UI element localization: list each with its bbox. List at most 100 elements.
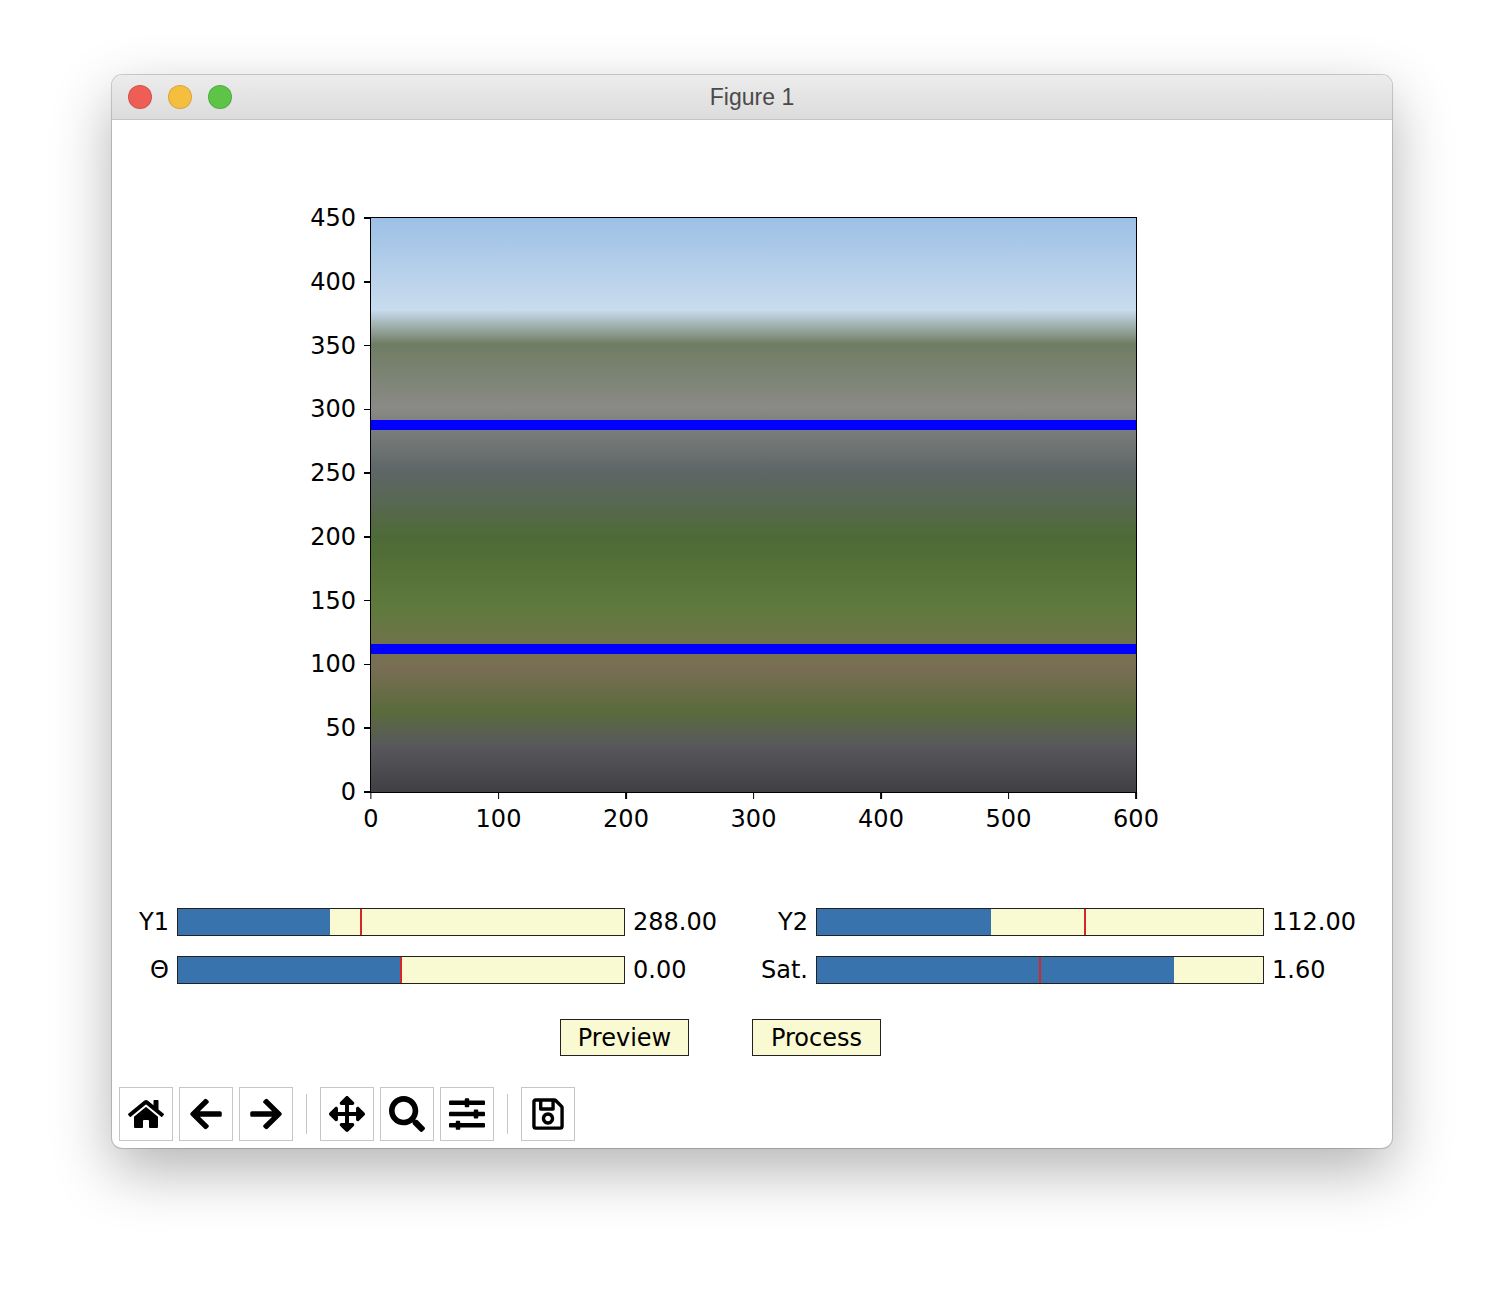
toolbar-separator — [507, 1094, 508, 1134]
slider-track[interactable] — [177, 908, 625, 936]
y-tick-label: 400 — [310, 270, 356, 294]
slider-initial-marker — [400, 957, 402, 983]
save-floppy-icon — [530, 1096, 566, 1132]
slider-value: 112.00 — [1272, 908, 1392, 936]
slider-label: Θ — [114, 956, 169, 984]
toolbar-button[interactable] — [179, 1087, 233, 1141]
toolbar-button[interactable] — [521, 1087, 575, 1141]
y-tick: 100 — [310, 652, 371, 676]
y-tick-label: 50 — [325, 716, 356, 740]
home-icon — [128, 1096, 164, 1132]
forward-arrow-icon — [248, 1096, 284, 1132]
x-tick-mark — [1135, 792, 1137, 799]
button-row: Preview Process — [112, 1019, 1392, 1056]
x-tick-mark — [498, 792, 500, 799]
back-arrow-icon — [188, 1096, 224, 1132]
slider-initial-marker — [360, 909, 362, 935]
y-tick-mark — [364, 600, 371, 602]
window-controls — [112, 85, 710, 109]
y-tick-mark — [364, 472, 371, 474]
figure-canvas: 4504003503002502001501005000100200300400… — [112, 120, 1392, 1148]
y-tick-label: 250 — [310, 461, 356, 485]
toolbar-separator — [306, 1094, 307, 1134]
x-tick: 200 — [603, 792, 649, 831]
slider-label: Y2 — [753, 908, 808, 936]
x-tick: 600 — [1113, 792, 1159, 831]
slider-fill — [178, 957, 401, 983]
slider-track[interactable] — [177, 956, 625, 984]
plot-axes: 4504003503002502001501005000100200300400… — [370, 217, 1137, 793]
x-tick: 500 — [986, 792, 1032, 831]
x-tick-mark — [625, 792, 627, 799]
x-tick: 400 — [858, 792, 904, 831]
y-tick: 450 — [310, 206, 371, 230]
x-tick: 0 — [363, 792, 378, 831]
slider-fill — [178, 909, 330, 935]
y-tick-label: 450 — [310, 206, 356, 230]
zoom-button[interactable] — [208, 85, 232, 109]
horizontal-line — [371, 420, 1136, 430]
navigation-toolbar — [112, 1087, 1392, 1141]
y-tick: 200 — [310, 525, 371, 549]
y-tick-label: 350 — [310, 334, 356, 358]
slider-value: 0.00 — [633, 956, 745, 984]
minimize-button[interactable] — [168, 85, 192, 109]
x-tick-label: 0 — [363, 807, 378, 831]
x-tick-label: 600 — [1113, 807, 1159, 831]
slider-label: Sat. — [753, 956, 808, 984]
figure-window: Figure 145040035030025020015010050001002… — [112, 75, 1392, 1148]
y-tick-mark — [364, 727, 371, 729]
subplots-sliders-icon — [449, 1096, 485, 1132]
zoom-magnifier-icon — [389, 1096, 425, 1132]
y-tick-label: 0 — [341, 780, 356, 804]
toolbar-button[interactable] — [440, 1087, 494, 1141]
x-tick-mark — [370, 792, 372, 799]
slider-initial-marker — [1039, 957, 1041, 983]
slider-value: 1.60 — [1272, 956, 1392, 984]
action-button[interactable]: Process — [752, 1019, 881, 1056]
pan-arrows-icon — [329, 1096, 365, 1132]
desktop: Figure 145040035030025020015010050001002… — [0, 0, 1504, 1296]
slider-track[interactable] — [816, 908, 1264, 936]
slider-label: Y1 — [114, 908, 169, 936]
x-tick-label: 200 — [603, 807, 649, 831]
y-tick-label: 100 — [310, 652, 356, 676]
title-bar: Figure 1 — [112, 75, 1392, 120]
y-tick: 0 — [341, 780, 371, 804]
y-tick: 300 — [310, 397, 371, 421]
y-tick: 150 — [310, 589, 371, 613]
y-tick-mark — [364, 217, 371, 219]
y-tick: 350 — [310, 334, 371, 358]
toolbar-button[interactable] — [380, 1087, 434, 1141]
y-tick-mark — [364, 345, 371, 347]
slider-fill — [817, 957, 1174, 983]
toolbar-button[interactable] — [119, 1087, 173, 1141]
x-tick-mark — [1008, 792, 1010, 799]
action-button[interactable]: Preview — [560, 1019, 689, 1056]
toolbar-button[interactable] — [320, 1087, 374, 1141]
x-tick: 300 — [731, 792, 777, 831]
slider-initial-marker — [1084, 909, 1086, 935]
toolbar-button[interactable] — [239, 1087, 293, 1141]
x-tick-label: 400 — [858, 807, 904, 831]
y-tick-label: 150 — [310, 589, 356, 613]
photo-image — [371, 218, 1136, 792]
x-tick-mark — [880, 792, 882, 799]
close-button[interactable] — [128, 85, 152, 109]
slider-track[interactable] — [816, 956, 1264, 984]
x-tick-label: 500 — [986, 807, 1032, 831]
slider-fill — [817, 909, 991, 935]
y-tick-mark — [364, 664, 371, 666]
x-tick: 100 — [476, 792, 522, 831]
horizontal-line — [371, 644, 1136, 654]
y-tick-label: 300 — [310, 397, 356, 421]
slider-value: 288.00 — [633, 908, 745, 936]
y-tick-mark — [364, 409, 371, 411]
y-tick: 250 — [310, 461, 371, 485]
slider-panel: Y1 288.00 Y2 112.00 Θ 0.00 Sat. 1.60 — [112, 908, 1392, 984]
y-tick-mark — [364, 536, 371, 538]
window-title: Figure 1 — [710, 84, 794, 111]
y-tick: 50 — [325, 716, 371, 740]
x-tick-mark — [753, 792, 755, 799]
y-tick-label: 200 — [310, 525, 356, 549]
